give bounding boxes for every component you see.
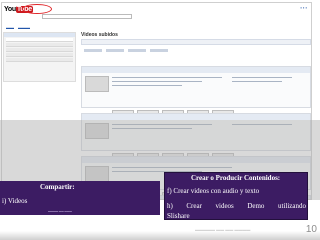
- video-row: [81, 66, 311, 114]
- sidebar-item: [6, 48, 73, 52]
- sidebar-item: [6, 43, 73, 47]
- search-input: [42, 14, 132, 19]
- video-toolbar: [81, 39, 311, 52]
- video-thumbnail: [85, 76, 109, 92]
- share-item: i) Videos: [2, 197, 28, 205]
- share-heading: Compartir:: [40, 183, 75, 191]
- sidebar-item: [6, 38, 73, 42]
- panel-caption: ▬▬▬▬ ▬▬ ▬▬▬: [48, 210, 72, 213]
- page-number: 10: [305, 224, 317, 235]
- option-h: h) Crear videos Demo utilizando: [167, 202, 306, 210]
- highlight-circle: [22, 4, 52, 14]
- sidebar-item: [6, 53, 73, 57]
- account-links: ▪ ▪ ▪: [300, 5, 307, 10]
- account-sidebar: [3, 32, 76, 82]
- content-creation-box: Crear o Producir Contenidos: f) Crear vi…: [164, 172, 308, 220]
- share-panel: Compartir: i) Videos ▬▬▬▬ ▬▬ ▬▬▬: [0, 181, 160, 215]
- box-heading: Crear o Producir Contenidos:: [191, 174, 281, 182]
- uploaded-videos-panel: Videos subidos: [81, 32, 311, 199]
- sidebar-item: [6, 58, 73, 62]
- option-f: f) Crear videos con audio y texto: [167, 187, 260, 195]
- page-title: Videos subidos: [81, 32, 118, 38]
- option-h-continued: Slishare: [167, 212, 190, 220]
- slide-footer-bar: [0, 231, 320, 240]
- account-subnav: ▬▬ ▬▬▬: [6, 25, 30, 30]
- footer-faint-text: ▬▬▬▬▬ ▬▬ ▬▬ ▬▬▬▬: [195, 227, 251, 232]
